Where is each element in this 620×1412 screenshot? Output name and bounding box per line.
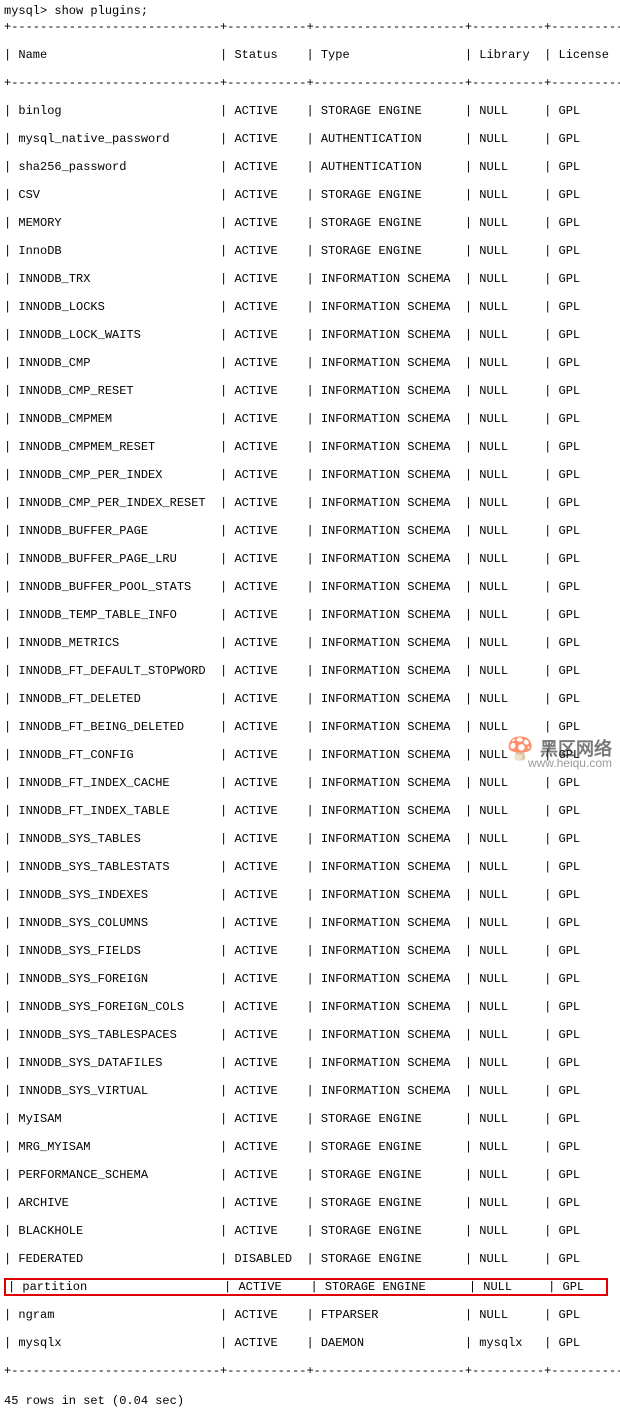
command-prompt[interactable]: mysql> show plugins; bbox=[4, 4, 616, 18]
table-row: | INNODB_METRICS | ACTIVE | INFORMATION … bbox=[4, 636, 616, 650]
table-row: | CSV | ACTIVE | STORAGE ENGINE | NULL |… bbox=[4, 188, 616, 202]
table-row: | INNODB_FT_BEING_DELETED | ACTIVE | INF… bbox=[4, 720, 616, 734]
table-row: | INNODB_FT_INDEX_CACHE | ACTIVE | INFOR… bbox=[4, 776, 616, 790]
table-separator: +-----------------------------+---------… bbox=[4, 1364, 616, 1378]
table-row: | INNODB_SYS_TABLESTATS | ACTIVE | INFOR… bbox=[4, 860, 616, 874]
table-row: | INNODB_BUFFER_PAGE | ACTIVE | INFORMAT… bbox=[4, 524, 616, 538]
table-row: | INNODB_CMP_PER_INDEX | ACTIVE | INFORM… bbox=[4, 468, 616, 482]
table-row: | PERFORMANCE_SCHEMA | ACTIVE | STORAGE … bbox=[4, 1168, 616, 1182]
table-row: | ARCHIVE | ACTIVE | STORAGE ENGINE | NU… bbox=[4, 1196, 616, 1210]
table-row: | INNODB_SYS_VIRTUAL | ACTIVE | INFORMAT… bbox=[4, 1084, 616, 1098]
table-row: | INNODB_SYS_DATAFILES | ACTIVE | INFORM… bbox=[4, 1056, 616, 1070]
table-row: | INNODB_LOCKS | ACTIVE | INFORMATION SC… bbox=[4, 300, 616, 314]
table-header: | Name | Status | Type | Library | Licen… bbox=[4, 48, 616, 62]
table-row: | INNODB_BUFFER_POOL_STATS | ACTIVE | IN… bbox=[4, 580, 616, 594]
table-row: | InnoDB | ACTIVE | STORAGE ENGINE | NUL… bbox=[4, 244, 616, 258]
table-row: | INNODB_SYS_COLUMNS | ACTIVE | INFORMAT… bbox=[4, 916, 616, 930]
table-row: | MEMORY | ACTIVE | STORAGE ENGINE | NUL… bbox=[4, 216, 616, 230]
table-row: | INNODB_FT_INDEX_TABLE | ACTIVE | INFOR… bbox=[4, 804, 616, 818]
table-row: | INNODB_FT_DELETED | ACTIVE | INFORMATI… bbox=[4, 692, 616, 706]
table-row: | BLACKHOLE | ACTIVE | STORAGE ENGINE | … bbox=[4, 1224, 616, 1238]
table-separator: +-----------------------------+---------… bbox=[4, 20, 616, 34]
table-row: | INNODB_CMP_PER_INDEX_RESET | ACTIVE | … bbox=[4, 496, 616, 510]
table-row: | INNODB_SYS_INDEXES | ACTIVE | INFORMAT… bbox=[4, 888, 616, 902]
table-row: | INNODB_SYS_TABLESPACES | ACTIVE | INFO… bbox=[4, 1028, 616, 1042]
table-row: | sha256_password | ACTIVE | AUTHENTICAT… bbox=[4, 160, 616, 174]
table-separator: +-----------------------------+---------… bbox=[4, 76, 616, 90]
table-row: | MyISAM | ACTIVE | STORAGE ENGINE | NUL… bbox=[4, 1112, 616, 1126]
highlighted-row: | partition | ACTIVE | STORAGE ENGINE | … bbox=[4, 1278, 608, 1296]
table-row: | INNODB_CMPMEM_RESET | ACTIVE | INFORMA… bbox=[4, 440, 616, 454]
table-row: | INNODB_FT_CONFIG | ACTIVE | INFORMATIO… bbox=[4, 748, 616, 762]
table-row: | MRG_MYISAM | ACTIVE | STORAGE ENGINE |… bbox=[4, 1140, 616, 1154]
table-row: | mysql_native_password | ACTIVE | AUTHE… bbox=[4, 132, 616, 146]
table-row: | INNODB_LOCK_WAITS | ACTIVE | INFORMATI… bbox=[4, 328, 616, 342]
table-row: | INNODB_CMP_RESET | ACTIVE | INFORMATIO… bbox=[4, 384, 616, 398]
mysql-output: mysql> show plugins; +-------------------… bbox=[4, 4, 616, 1408]
table-row: | INNODB_FT_DEFAULT_STOPWORD | ACTIVE | … bbox=[4, 664, 616, 678]
table-row: | INNODB_SYS_FIELDS | ACTIVE | INFORMATI… bbox=[4, 944, 616, 958]
table-row: | INNODB_CMP | ACTIVE | INFORMATION SCHE… bbox=[4, 356, 616, 370]
table-row: | INNODB_CMPMEM | ACTIVE | INFORMATION S… bbox=[4, 412, 616, 426]
table-row: | INNODB_TEMP_TABLE_INFO | ACTIVE | INFO… bbox=[4, 608, 616, 622]
table-row: | mysqlx | ACTIVE | DAEMON | mysqlx | GP… bbox=[4, 1336, 616, 1350]
table-row: | INNODB_BUFFER_PAGE_LRU | ACTIVE | INFO… bbox=[4, 552, 616, 566]
table-row: | ngram | ACTIVE | FTPARSER | NULL | GPL… bbox=[4, 1308, 616, 1322]
table-row: | INNODB_SYS_TABLES | ACTIVE | INFORMATI… bbox=[4, 832, 616, 846]
table-row: | INNODB_TRX | ACTIVE | INFORMATION SCHE… bbox=[4, 272, 616, 286]
table-row: | binlog | ACTIVE | STORAGE ENGINE | NUL… bbox=[4, 104, 616, 118]
table-row: | FEDERATED | DISABLED | STORAGE ENGINE … bbox=[4, 1252, 616, 1266]
table-row: | INNODB_SYS_FOREIGN_COLS | ACTIVE | INF… bbox=[4, 1000, 616, 1014]
result-summary: 45 rows in set (0.04 sec) bbox=[4, 1394, 616, 1408]
table-row: | INNODB_SYS_FOREIGN | ACTIVE | INFORMAT… bbox=[4, 972, 616, 986]
